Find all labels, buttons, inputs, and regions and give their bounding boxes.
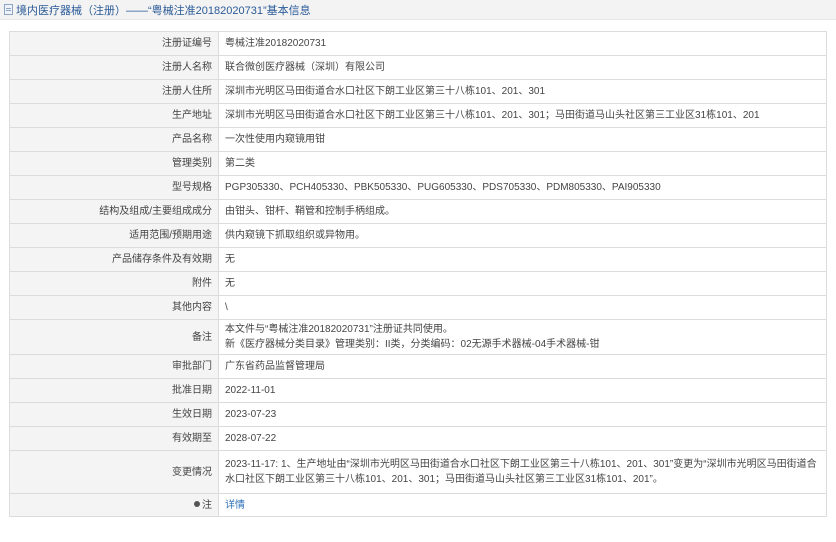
storage-value: 无	[218, 247, 827, 272]
row-registrant: 注册人名称 联合微创医疗器械（深圳）有限公司	[9, 55, 827, 80]
reg-no-label: 注册证编号	[9, 31, 219, 56]
other-label: 其他内容	[9, 295, 219, 320]
effective-date-label: 生效日期	[9, 402, 219, 427]
row-models: 型号规格 PGP305330、PCH405330、PBK505330、PUG60…	[9, 175, 827, 200]
details-link[interactable]: 详情	[225, 500, 245, 511]
storage-label: 产品储存条件及有效期	[9, 247, 219, 272]
note-label-cell: 注	[9, 493, 219, 517]
title-bar: 境内医疗器械（注册）——“粤械注准20182020731”基本信息	[0, 0, 836, 20]
structure-value: 由钳头、钳杆、鞘管和控制手柄组成。	[218, 199, 827, 224]
expiry-value: 2028-07-22	[218, 426, 827, 451]
approve-date-label: 批准日期	[9, 378, 219, 403]
registrant-value: 联合微创医疗器械（深圳）有限公司	[218, 55, 827, 80]
row-effective-date: 生效日期 2023-07-23	[9, 402, 827, 427]
row-storage: 产品储存条件及有效期 无	[9, 247, 827, 272]
row-expiry: 有效期至 2028-07-22	[9, 426, 827, 451]
structure-label: 结构及组成/主要组成成分	[9, 199, 219, 224]
remarks-label: 备注	[9, 319, 219, 355]
registrant-addr-value: 深圳市光明区马田街道合水口社区下朗工业区第三十八栋101、201、301	[218, 79, 827, 104]
row-note: 注 详情	[9, 493, 827, 517]
expiry-label: 有效期至	[9, 426, 219, 451]
attachment-value: 无	[218, 271, 827, 296]
row-changes: 变更情况 2023-11-17: 1、生产地址由“深圳市光明区马田街道合水口社区…	[9, 450, 827, 494]
detail-table: 注册证编号 粤械注准20182020731 注册人名称 联合微创医疗器械（深圳）…	[9, 31, 827, 517]
pin-icon	[194, 500, 200, 507]
row-registrant-addr: 注册人住所 深圳市光明区马田街道合水口社区下朗工业区第三十八栋101、201、3…	[9, 79, 827, 104]
product-name-value: 一次性使用内窥镜用钳	[218, 127, 827, 152]
row-other: 其他内容 \	[9, 295, 827, 320]
approve-date-value: 2022-11-01	[218, 378, 827, 403]
note-label: 注	[202, 499, 212, 511]
production-addr-value: 深圳市光明区马田街道合水口社区下朗工业区第三十八栋101、201、301；马田街…	[218, 103, 827, 128]
row-reg-no: 注册证编号 粤械注准20182020731	[9, 31, 827, 56]
changes-label: 变更情况	[9, 450, 219, 494]
row-structure: 结构及组成/主要组成成分 由钳头、钳杆、鞘管和控制手柄组成。	[9, 199, 827, 224]
effective-date-value: 2023-07-23	[218, 402, 827, 427]
scope-value: 供内窥镜下抓取组织或异物用。	[218, 223, 827, 248]
category-label: 管理类别	[9, 151, 219, 176]
remarks-value: 本文件与“粤械注准20182020731”注册证共同使用。 新《医疗器械分类目录…	[218, 319, 827, 355]
remarks-line-1: 本文件与“粤械注准20182020731”注册证共同使用。	[225, 324, 453, 335]
changes-value: 2023-11-17: 1、生产地址由“深圳市光明区马田街道合水口社区下朗工业区…	[218, 450, 827, 494]
document-icon	[4, 4, 13, 15]
models-label: 型号规格	[9, 175, 219, 200]
row-scope: 适用范围/预期用途 供内窥镜下抓取组织或异物用。	[9, 223, 827, 248]
category-value: 第二类	[218, 151, 827, 176]
row-remarks: 备注 本文件与“粤械注准20182020731”注册证共同使用。 新《医疗器械分…	[9, 319, 827, 355]
reg-no-value: 粤械注准20182020731	[218, 31, 827, 56]
remarks-line-2: 新《医疗器械分类目录》管理类别：II类，分类编码：02无源手术器械-04手术器械…	[225, 339, 600, 350]
approver-label: 审批部门	[9, 354, 219, 379]
attachment-label: 附件	[9, 271, 219, 296]
product-name-label: 产品名称	[9, 127, 219, 152]
registrant-addr-label: 注册人住所	[9, 79, 219, 104]
row-approve-date: 批准日期 2022-11-01	[9, 378, 827, 403]
note-value-cell: 详情	[218, 493, 827, 517]
registrant-label: 注册人名称	[9, 55, 219, 80]
production-addr-label: 生产地址	[9, 103, 219, 128]
row-approver: 审批部门 广东省药品监督管理局	[9, 354, 827, 379]
approver-value: 广东省药品监督管理局	[218, 354, 827, 379]
row-product-name: 产品名称 一次性使用内窥镜用钳	[9, 127, 827, 152]
row-production-addr: 生产地址 深圳市光明区马田街道合水口社区下朗工业区第三十八栋101、201、30…	[9, 103, 827, 128]
row-category: 管理类别 第二类	[9, 151, 827, 176]
row-attachment: 附件 无	[9, 271, 827, 296]
page-title: 境内医疗器械（注册）——“粤械注准20182020731”基本信息	[16, 4, 311, 17]
models-value: PGP305330、PCH405330、PBK505330、PUG605330、…	[218, 175, 827, 200]
other-value: \	[218, 295, 827, 320]
scope-label: 适用范围/预期用途	[9, 223, 219, 248]
